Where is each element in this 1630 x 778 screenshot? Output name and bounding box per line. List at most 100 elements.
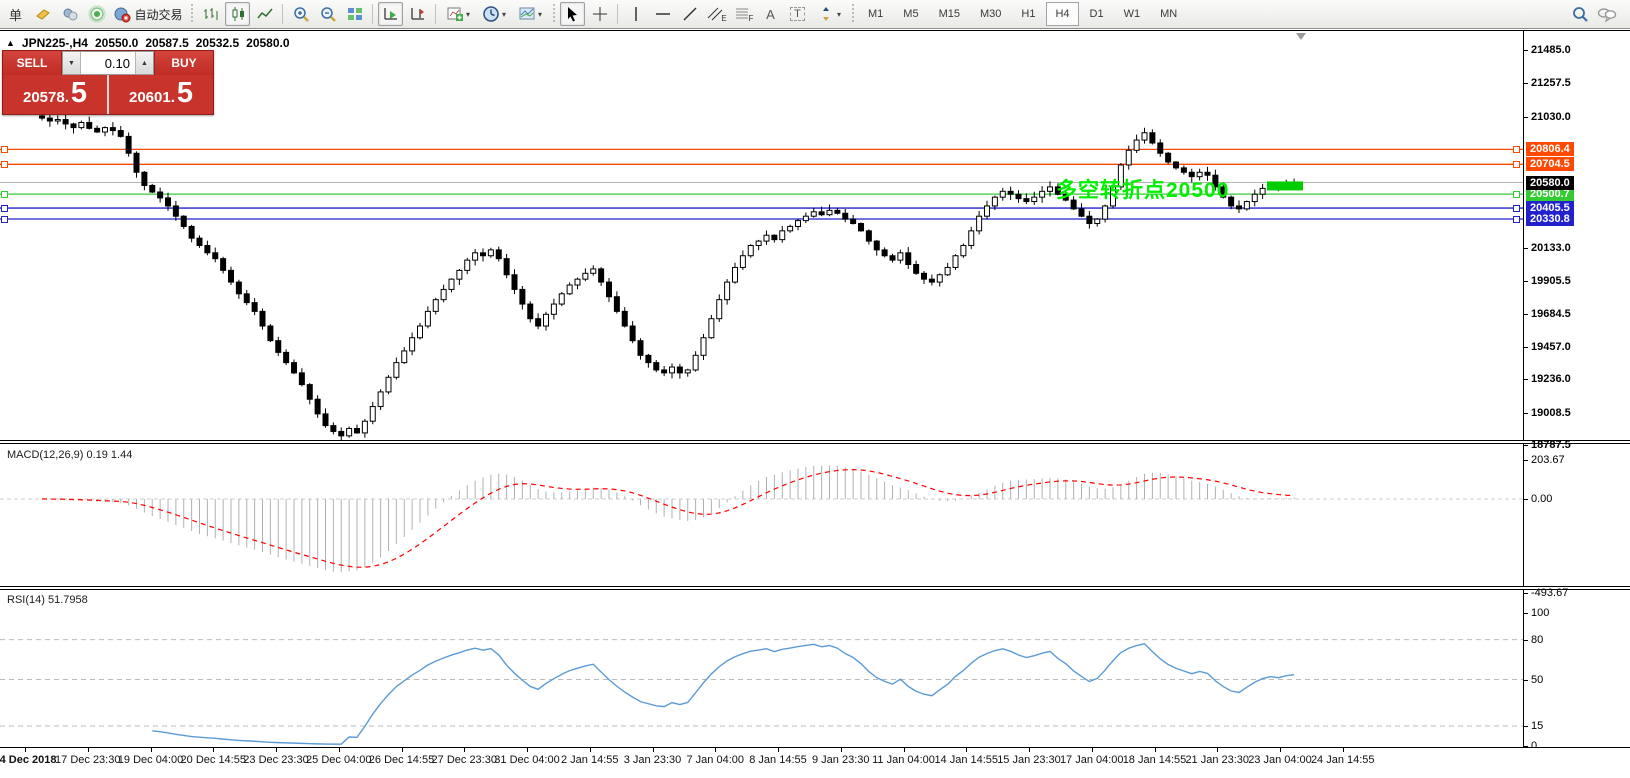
tile-windows-button[interactable] [342,2,367,26]
pane-divider-rsi[interactable] [0,586,1630,590]
text-tool-button[interactable]: A [758,2,783,26]
new-order-button[interactable]: 单 [3,2,28,26]
candle-body [802,215,809,222]
volume-decrease-button[interactable]: ▼ [63,52,81,74]
volume-input[interactable]: 0.10 [81,52,135,74]
label-tool-glyph: T [790,7,805,21]
zoom-out-button[interactable] [315,2,340,26]
line-handle[interactable] [1,191,8,199]
auto-trading-button[interactable]: 自动交易 [111,2,185,26]
text-label-tool-button[interactable]: T [785,2,810,26]
candle-body [424,310,431,327]
sell-button[interactable]: SELL [3,51,62,75]
candle-body [78,121,85,129]
ohlc-low: 20532.5 [195,36,240,50]
candle-body [676,366,683,374]
candle-body [401,350,408,364]
candle-body [149,184,156,193]
volume-increase-button[interactable]: ▲ [135,52,153,74]
line-handle[interactable] [1513,146,1520,154]
chart-symbol: JPN225-,H4 [21,36,88,50]
line-handle[interactable] [1,216,8,223]
candle-body [653,362,660,371]
channel-tool-button[interactable]: E [704,2,729,26]
candle-body [196,237,203,246]
chart-frame-top [0,30,1630,31]
timeframe-button-m15[interactable]: M15 [930,2,969,26]
vertical-line-tool-button[interactable] [623,2,648,26]
market-watch-icon[interactable] [57,2,82,26]
pane-divider-macd[interactable] [0,440,1630,444]
candle-body [228,269,234,283]
chart-annotation-text[interactable]: 多空转折点20500 [1056,174,1229,204]
candle-body [984,205,990,217]
time-tick-label: 14 Dec 2018 [0,754,57,766]
candle-body [354,428,360,434]
candle-body [928,278,935,283]
signals-icon[interactable] [84,2,109,26]
timeframe-button-d1[interactable]: D1 [1081,2,1113,26]
line-chart-button[interactable] [252,2,277,26]
zoom-in-button[interactable] [288,2,313,26]
horizontal-line-tool-button[interactable] [650,2,675,26]
price-tick [1524,412,1528,414]
chat-icon[interactable] [1594,2,1619,26]
candle-body [944,266,951,276]
time-axis[interactable]: 14 Dec 201817 Dec 23:3019 Dec 04:0020 De… [0,748,1630,778]
trendline-tool-button[interactable] [677,2,702,26]
candle-body [873,240,880,251]
rsi-line [152,642,1295,745]
chevron-down-icon: ▾ [836,9,841,19]
cursor-tool-button[interactable] [560,2,585,26]
crosshair-tool-button[interactable] [587,2,612,26]
timeframe-button-h1[interactable]: H1 [1012,2,1044,26]
buy-price[interactable]: 20601. 5 [109,75,213,114]
price-tick [1524,445,1528,446]
candle-body [889,255,896,261]
auto-scroll-button[interactable] [378,2,403,26]
toolbar-separator [617,4,618,24]
chart-shift-marker-icon[interactable] [1296,33,1306,40]
candle-body [826,209,833,216]
timeframe-button-mn[interactable]: MN [1151,2,1186,26]
candle-body [432,299,439,312]
timeframe-button-m5[interactable]: M5 [894,2,927,26]
buy-button[interactable]: BUY [154,51,213,75]
candle-body [976,215,983,232]
search-icon[interactable] [1567,2,1592,26]
main-chart-pane[interactable] [0,30,1523,440]
price-axis[interactable]: 21485.0 21257.5 21030.0 20133.0 19905.5 19684… [1524,30,1630,752]
bar-chart-button[interactable] [198,2,223,26]
add-indicator-button[interactable]: ▾ [441,2,475,26]
line-handle[interactable] [1,205,8,213]
line-handle[interactable] [1,146,8,154]
candle-body [267,325,274,342]
line-handle[interactable] [1513,216,1520,223]
line-handle[interactable] [1513,205,1520,213]
chart-shift-button[interactable] [405,2,430,26]
candle-body [109,127,116,132]
candle-body [590,268,597,274]
timeframe-button-m30[interactable]: M30 [971,2,1010,26]
arrows-tool-button[interactable]: ▾ [812,2,846,26]
timeframe-button-m1[interactable]: M1 [859,2,892,26]
time-tick [1217,748,1219,752]
timeframe-button-h4[interactable]: H4 [1046,2,1079,26]
candle-body [1243,201,1250,210]
timeframe-button-w1[interactable]: W1 [1115,2,1150,26]
line-handle[interactable] [1513,161,1520,169]
collapse-marker-icon[interactable]: ▲ [6,38,15,48]
sell-price[interactable]: 20578. 5 [3,75,109,114]
line-handle[interactable] [1513,191,1520,199]
order-history-icon[interactable] [30,2,55,26]
rsi-pane[interactable] [0,590,1523,748]
templates-button[interactable]: ▾ [513,2,547,26]
periods-button[interactable]: ▾ [477,2,511,26]
candlestick-chart-button[interactable] [225,2,250,26]
price-tick-label: 19684.5 [1531,307,1571,320]
time-tick [589,748,591,752]
macd-pane[interactable] [0,444,1523,586]
line-handle[interactable] [1,161,8,169]
candle-body [180,215,187,227]
fibonacci-tool-button[interactable]: F [731,2,756,26]
